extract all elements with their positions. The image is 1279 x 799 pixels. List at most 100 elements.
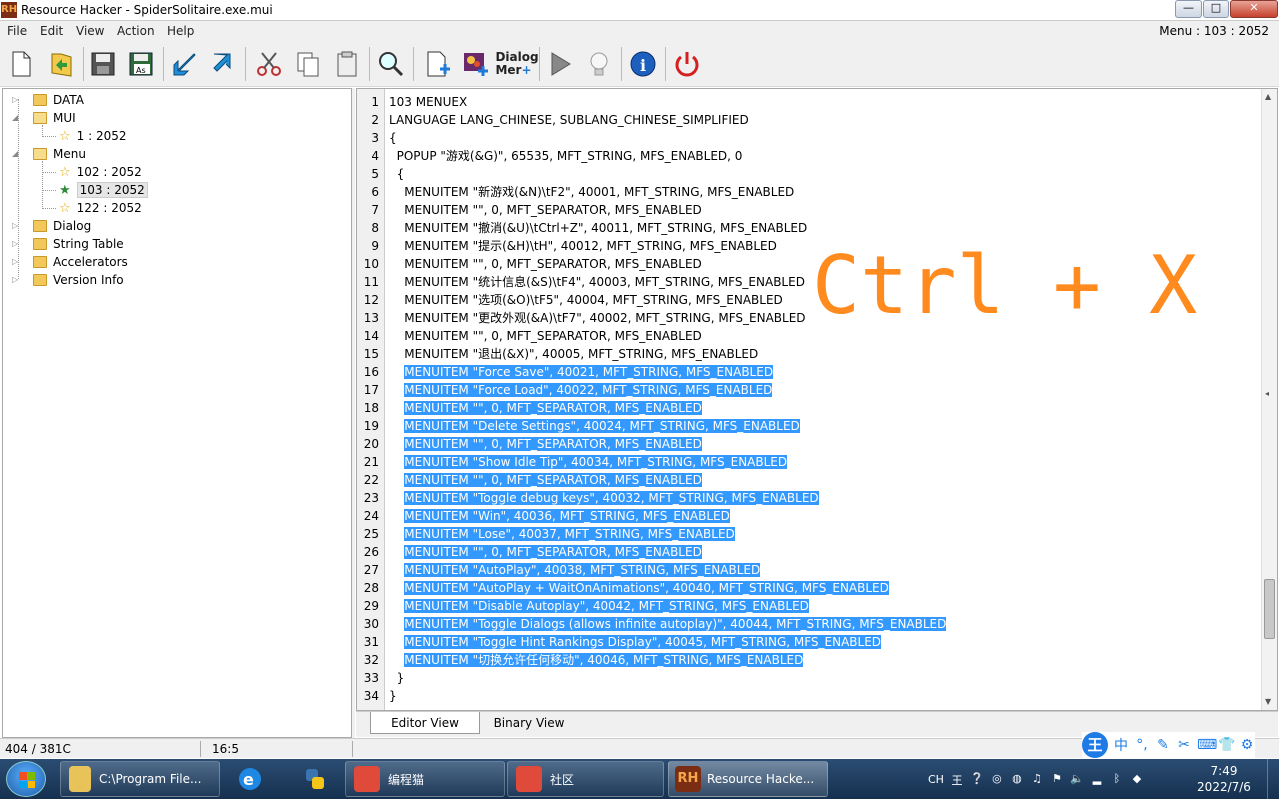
code-line[interactable]: MENUITEM "", 0, MFT_SEPARATOR, MFS_ENABL… (389, 255, 702, 273)
python-icon[interactable] (295, 763, 335, 795)
code-line-selected[interactable]: MENUITEM "", 0, MFT_SEPARATOR, MFS_ENABL… (389, 435, 702, 453)
save-icon[interactable] (86, 46, 120, 82)
code-line-selected[interactable]: MENUITEM "", 0, MFT_SEPARATOR, MFS_ENABL… (389, 399, 702, 417)
code-line[interactable]: MENUITEM "撤消(&U)\tCtrl+Z", 40011, MFT_ST… (389, 219, 807, 237)
copy-icon[interactable] (291, 46, 325, 82)
bluetooth-icon[interactable]: ᛒ (1110, 772, 1124, 786)
ime-handwriting-icon[interactable]: ✎ (1155, 737, 1171, 753)
tree-node-version-info[interactable]: Version Info (33, 271, 124, 289)
maximize-button[interactable]: □ (1203, 0, 1229, 18)
expand-icon[interactable]: ▷ (12, 239, 18, 248)
code-line-selected[interactable]: MENUITEM "", 0, MFT_SEPARATOR, MFS_ENABL… (389, 543, 702, 561)
ime-punctuation-icon[interactable]: °, (1134, 737, 1150, 753)
tree-node-menu-103[interactable]: ★ 103 : 2052 (59, 181, 148, 199)
import-arrow-icon[interactable] (168, 46, 202, 82)
flag-tray-icon[interactable]: ⚑ (1050, 772, 1064, 786)
code-line[interactable]: LANGUAGE LANG_CHINESE, SUBLANG_CHINESE_S… (389, 111, 749, 129)
ime-tools-icon[interactable]: ✂ (1176, 737, 1192, 753)
menu-action[interactable]: Action (117, 24, 155, 38)
ime-skin-icon[interactable]: 👕 (1218, 737, 1235, 753)
scroll-down-icon[interactable]: ▼ (1265, 697, 1271, 706)
code-line-selected[interactable]: MENUITEM "Lose", 40037, MFT_STRING, MFS_… (389, 525, 735, 543)
code-line[interactable]: { (389, 129, 397, 147)
close-button[interactable]: ✕ (1230, 0, 1278, 18)
code-line-selected[interactable]: MENUITEM "Toggle debug keys", 40032, MFT… (389, 489, 819, 507)
code-line-selected[interactable]: MENUITEM "Win", 40036, MFT_STRING, MFS_E… (389, 507, 730, 525)
code-line[interactable]: MENUITEM "新游戏(&N)\tF2", 40001, MFT_STRIN… (389, 183, 794, 201)
help-tray-icon[interactable]: ❔ (970, 772, 984, 786)
collapse-icon[interactable]: ◢ (12, 113, 18, 122)
cut-icon[interactable] (252, 46, 286, 82)
code-line[interactable]: MENUITEM "退出(&X)", 40005, MFT_STRING, MF… (389, 345, 758, 363)
info-icon[interactable]: i (626, 46, 660, 82)
ie-browser-icon[interactable]: e (230, 763, 270, 795)
pane-splitter[interactable] (352, 88, 355, 738)
tree-node-dialog[interactable]: Dialog (33, 217, 91, 235)
taskbar-explorer[interactable]: C:\Program File... (60, 761, 220, 797)
code-line[interactable]: MENUITEM "更改外观(&A)\tF7", 40002, MFT_STRI… (389, 309, 805, 327)
ime-chinese-mode-icon[interactable]: 中 (1113, 735, 1129, 755)
expand-icon[interactable]: ▷ (12, 275, 18, 284)
ime-logo-icon[interactable]: 王 (1082, 732, 1108, 758)
code-line-selected[interactable]: MENUITEM "切换允许任何移动", 40046, MFT_STRING, … (389, 651, 804, 669)
code-line-selected[interactable]: MENUITEM "Force Save", 40021, MFT_STRING… (389, 363, 774, 381)
script-editor[interactable]: 1 2 3 4 5 6 7 8 9 10 11 12 13 14 15 16 17 18 19 20 21 22 23 24 2… (356, 88, 1278, 711)
code-line[interactable]: MENUITEM "", 0, MFT_SEPARATOR, MFS_ENABL… (389, 327, 702, 345)
code-line[interactable]: MENUITEM "统计信息(&S)\tF4", 40003, MFT_STRI… (389, 273, 805, 291)
taskbar-community[interactable]: 社区 (507, 761, 664, 797)
power-exit-icon[interactable] (670, 46, 704, 82)
tree-node-string-table[interactable]: String Table (33, 235, 124, 253)
code-line-selected[interactable]: MENUITEM "Delete Settings", 40024, MFT_S… (389, 417, 800, 435)
taskbar-biancheng-mao[interactable]: 编程猫 (345, 761, 505, 797)
taskbar-resource-hacker[interactable]: RH Resource Hacke... (668, 761, 828, 797)
tree-node-menu-102[interactable]: ☆ 102 : 2052 (59, 163, 142, 181)
dialog-menu-icon[interactable]: Dialog Mer+ (495, 46, 538, 82)
code-line[interactable]: 103 MENUEX (389, 93, 467, 111)
code-line[interactable]: MENUITEM "选项(&O)\tF5", 40004, MFT_STRING… (389, 291, 783, 309)
add-image-icon[interactable] (459, 46, 493, 82)
menu-file[interactable]: File (7, 24, 27, 38)
export-arrow-icon[interactable] (206, 46, 240, 82)
open-file-icon[interactable] (44, 46, 78, 82)
run-script-icon[interactable] (543, 46, 577, 82)
code-line[interactable]: MENUITEM "提示(&H)\tH", 40012, MFT_STRING,… (389, 237, 777, 255)
clock[interactable]: 7:49 2022/7/6 (1186, 763, 1262, 795)
expand-icon[interactable]: ▷ (12, 257, 18, 266)
menu-view[interactable]: View (76, 24, 104, 38)
menu-help[interactable]: Help (167, 24, 194, 38)
paste-icon[interactable] (330, 46, 364, 82)
media-tray-icon[interactable]: ♫ (1030, 772, 1044, 786)
code-line-selected[interactable]: MENUITEM "Disable Autoplay", 40042, MFT_… (389, 597, 809, 615)
ime-tray-icon[interactable]: 王 (950, 772, 964, 787)
tree-node-menu[interactable]: Menu (33, 145, 86, 163)
lightbulb-icon[interactable] (582, 46, 616, 82)
tab-binary-view[interactable]: Binary View (484, 712, 574, 734)
code-line[interactable]: } (389, 669, 405, 687)
ime-keyboard-icon[interactable]: ⌨ (1197, 737, 1217, 753)
expand-icon[interactable]: ▷ (12, 221, 18, 230)
tree-node-data[interactable]: DATA (33, 91, 84, 109)
save-as-icon[interactable]: As (124, 46, 158, 82)
volume-icon[interactable]: 🔈 (1070, 772, 1084, 786)
ime-settings-icon[interactable]: ⚙ (1239, 737, 1255, 753)
code-line-selected[interactable]: MENUITEM "Toggle Dialogs (allows infinit… (389, 615, 947, 633)
tree-node-mui-1-2052[interactable]: ☆ 1 : 2052 (59, 127, 127, 145)
new-file-icon[interactable] (4, 46, 38, 82)
code-line-selected[interactable]: MENUITEM "", 0, MFT_SEPARATOR, MFS_ENABL… (389, 471, 702, 489)
network-icon[interactable]: ▂ (1090, 772, 1104, 786)
code-line[interactable]: { (389, 165, 405, 183)
tree-node-accelerators[interactable]: Accelerators (33, 253, 128, 271)
code-line-selected[interactable]: MENUITEM "Toggle Hint Rankings Display",… (389, 633, 882, 651)
security-tray-icon[interactable]: ◍ (1010, 772, 1024, 786)
show-desktop-button[interactable] (1267, 759, 1279, 799)
tree-node-mui[interactable]: MUI (33, 109, 76, 127)
code-line-selected[interactable]: MENUITEM "AutoPlay", 40038, MFT_STRING, … (389, 561, 761, 579)
scroll-thumb[interactable] (1264, 579, 1275, 639)
scroll-up-icon[interactable]: ▲ (1265, 92, 1271, 101)
code-line-selected[interactable]: MENUITEM "AutoPlay + WaitOnAnimations", … (389, 579, 889, 597)
add-resource-icon[interactable] (420, 46, 454, 82)
tree-node-menu-122[interactable]: ☆ 122 : 2052 (59, 199, 142, 217)
code-line[interactable]: MENUITEM "", 0, MFT_SEPARATOR, MFS_ENABL… (389, 201, 702, 219)
code-line[interactable]: } (389, 687, 397, 705)
tab-editor-view[interactable]: Editor View (370, 712, 480, 734)
